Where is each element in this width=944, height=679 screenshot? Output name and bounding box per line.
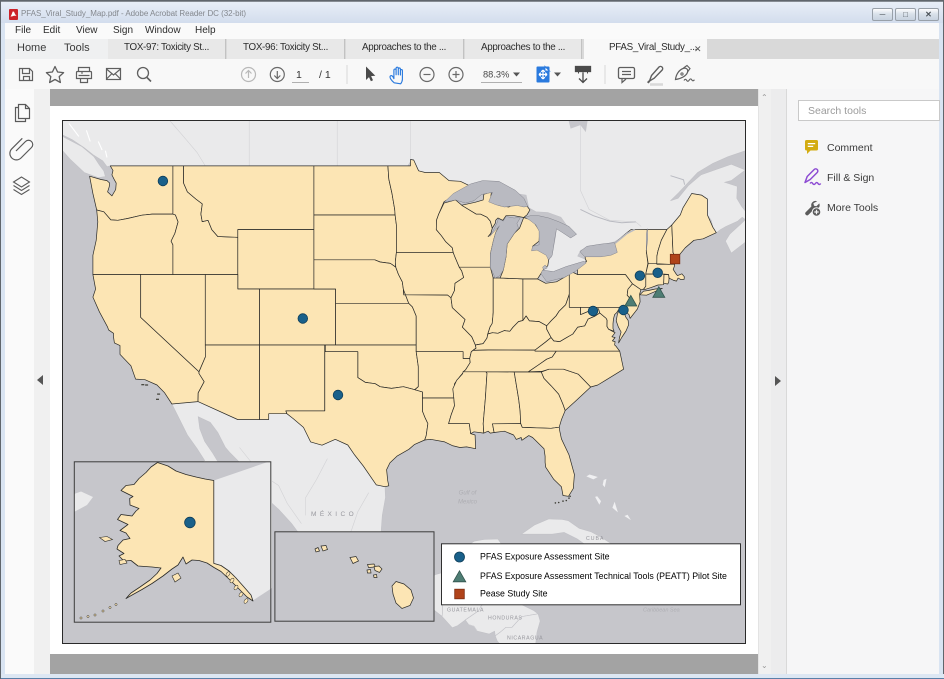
svg-text:88.3%: 88.3%: [483, 70, 509, 80]
svg-text:PFAS Exposure Assessment Site: PFAS Exposure Assessment Site: [480, 552, 610, 562]
svg-text:Fill & Sign: Fill & Sign: [827, 172, 874, 184]
svg-text:1: 1: [296, 69, 302, 81]
svg-text:Pease Study Site: Pease Study Site: [480, 589, 548, 599]
svg-text:More Tools: More Tools: [827, 202, 878, 214]
svg-text:CUBA: CUBA: [586, 536, 604, 542]
svg-text:Caribbean Sea: Caribbean Sea: [643, 608, 680, 614]
svg-text:MÉXICO: MÉXICO: [311, 509, 357, 518]
svg-text:Comment: Comment: [827, 142, 873, 154]
svg-text:Mexico: Mexico: [458, 500, 478, 506]
svg-text:GUATEMALA: GUATEMALA: [447, 608, 484, 614]
svg-text:PFAS Exposure Assessment Techn: PFAS Exposure Assessment Technical Tools…: [480, 571, 727, 581]
svg-text:/ 1: / 1: [319, 69, 331, 81]
svg-text:HONDURAS: HONDURAS: [488, 616, 523, 622]
svg-text:Gulf of: Gulf of: [459, 491, 478, 497]
svg-text:NICARAGUA: NICARAGUA: [507, 636, 543, 642]
